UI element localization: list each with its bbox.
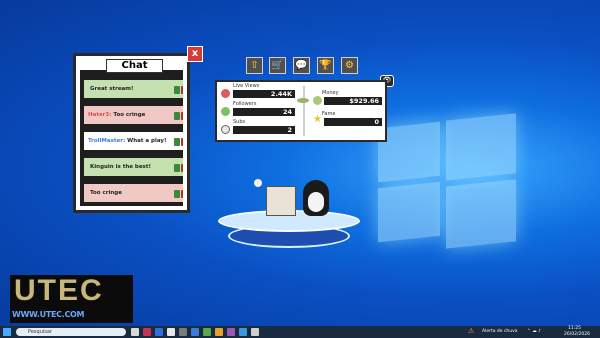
vote-icons[interactable] [174, 110, 183, 120]
search-input[interactable]: Pesquisar [16, 328, 126, 336]
chat-username: TrollMaster: [88, 138, 126, 144]
chat-text: Too cringe [90, 190, 122, 196]
thumbs-up-icon [174, 112, 180, 120]
penguin-belly [308, 192, 324, 212]
thumbs-down-icon [181, 138, 183, 146]
app-icon[interactable] [203, 328, 211, 336]
fame-label: Fame [322, 111, 336, 117]
app-icon[interactable] [143, 328, 151, 336]
subs-value: 2 [233, 126, 295, 134]
chat-bubble-icon: 💬 [295, 60, 308, 71]
shop-button[interactable]: 🛒 [269, 57, 286, 74]
app-icon[interactable] [155, 328, 163, 336]
logo-site: WWW.UTEC.COM [12, 310, 85, 319]
clock-date[interactable]: 26/02/2026 [564, 332, 590, 337]
taskbar: Pesquisar ⚠ Alerta de chuva ⌃ ☁ ♪ 11:25 … [0, 326, 600, 338]
shop-cart-icon: 🛒 [271, 60, 284, 71]
clock-time[interactable]: 11:25 [568, 326, 581, 331]
logo-letters: UTEC [14, 274, 104, 307]
ice-island [214, 210, 364, 254]
chat-username: Hater3: [88, 112, 112, 118]
money-icon [313, 96, 322, 105]
computer-monitor [266, 186, 296, 216]
followers-icon [221, 107, 230, 116]
vote-icons[interactable] [174, 84, 183, 94]
star-icon: ★ [313, 114, 322, 125]
app-icon[interactable] [167, 328, 175, 336]
stats-panel: Live Views 2.44K Followers 24 Subs 2 Mon… [215, 80, 387, 142]
vote-icons[interactable] [174, 136, 183, 146]
task-view-icon[interactable] [131, 328, 139, 336]
chat-message-list[interactable]: Great stream! Hater3: Too cringe TrollMas… [80, 70, 183, 206]
start-icon[interactable] [3, 328, 11, 336]
followers-label: Followers [233, 101, 257, 107]
upgrade-button[interactable]: ⇧ [246, 57, 263, 74]
achievements-button[interactable]: 🏆 [317, 57, 334, 74]
thumbs-down-icon [181, 164, 183, 172]
penguin-bubble-icon [254, 179, 262, 187]
vote-icons[interactable] [174, 188, 183, 198]
chat-message: Kinguin is the best! [84, 158, 183, 176]
system-tray-icons[interactable]: ⌃ ☁ ♪ [527, 329, 541, 334]
chat-message: Too cringe [84, 184, 183, 202]
thumbs-down-icon [181, 86, 183, 94]
utec-logo: UTEC WWW.UTEC.COM [10, 275, 133, 323]
live-views-icon [221, 89, 230, 98]
settings-button[interactable]: ⚙ [341, 57, 358, 74]
subs-icon [221, 125, 230, 134]
thumbs-up-icon [174, 190, 180, 198]
money-value: $929.66 [324, 97, 382, 105]
money-fish-icon [297, 98, 309, 103]
chat-toggle-button[interactable]: 💬 [293, 57, 310, 74]
live-views-value: 2.44K [233, 90, 295, 98]
chat-window: Great stream! Hater3: Too cringe TrollMas… [73, 53, 190, 213]
thumbs-up-icon [174, 164, 180, 172]
trophy-icon: 🏆 [319, 60, 332, 71]
thumbs-down-icon [181, 112, 183, 120]
app-icon[interactable] [179, 328, 187, 336]
thumbs-up-icon [174, 86, 180, 94]
chat-text: Great stream! [90, 86, 134, 92]
divider [303, 86, 305, 136]
thumbs-up-icon [174, 138, 180, 146]
app-icon[interactable] [215, 328, 223, 336]
fame-value: 0 [324, 118, 382, 126]
app-icon[interactable] [227, 328, 235, 336]
chat-message: Great stream! [84, 80, 183, 98]
live-views-label: Live Views [233, 83, 260, 89]
weather-text[interactable]: Alerta de chuva [482, 329, 518, 334]
upgrade-icon: ⇧ [250, 60, 259, 71]
subs-label: Subs [233, 119, 246, 125]
app-icon[interactable] [251, 328, 259, 336]
weather-alert-icon: ⚠ [468, 327, 475, 335]
followers-value: 24 [233, 108, 295, 116]
chat-text: What a play! [127, 138, 167, 144]
chat-message: Hater3: Too cringe [84, 106, 183, 124]
chat-message: TrollMaster: What a play! [84, 132, 183, 150]
thumbs-down-icon [181, 190, 183, 198]
app-icon[interactable] [239, 328, 247, 336]
money-label: Money [322, 90, 339, 96]
chat-title: Chat [106, 59, 163, 73]
windows-logo-wallpaper [372, 113, 518, 249]
chat-close-button[interactable]: x [187, 46, 203, 62]
vote-icons[interactable] [174, 162, 183, 172]
app-icon[interactable] [191, 328, 199, 336]
settings-icon: ⚙ [345, 60, 354, 71]
chat-text: Kinguin is the best! [90, 164, 151, 170]
chat-text: Too cringe [113, 112, 146, 118]
